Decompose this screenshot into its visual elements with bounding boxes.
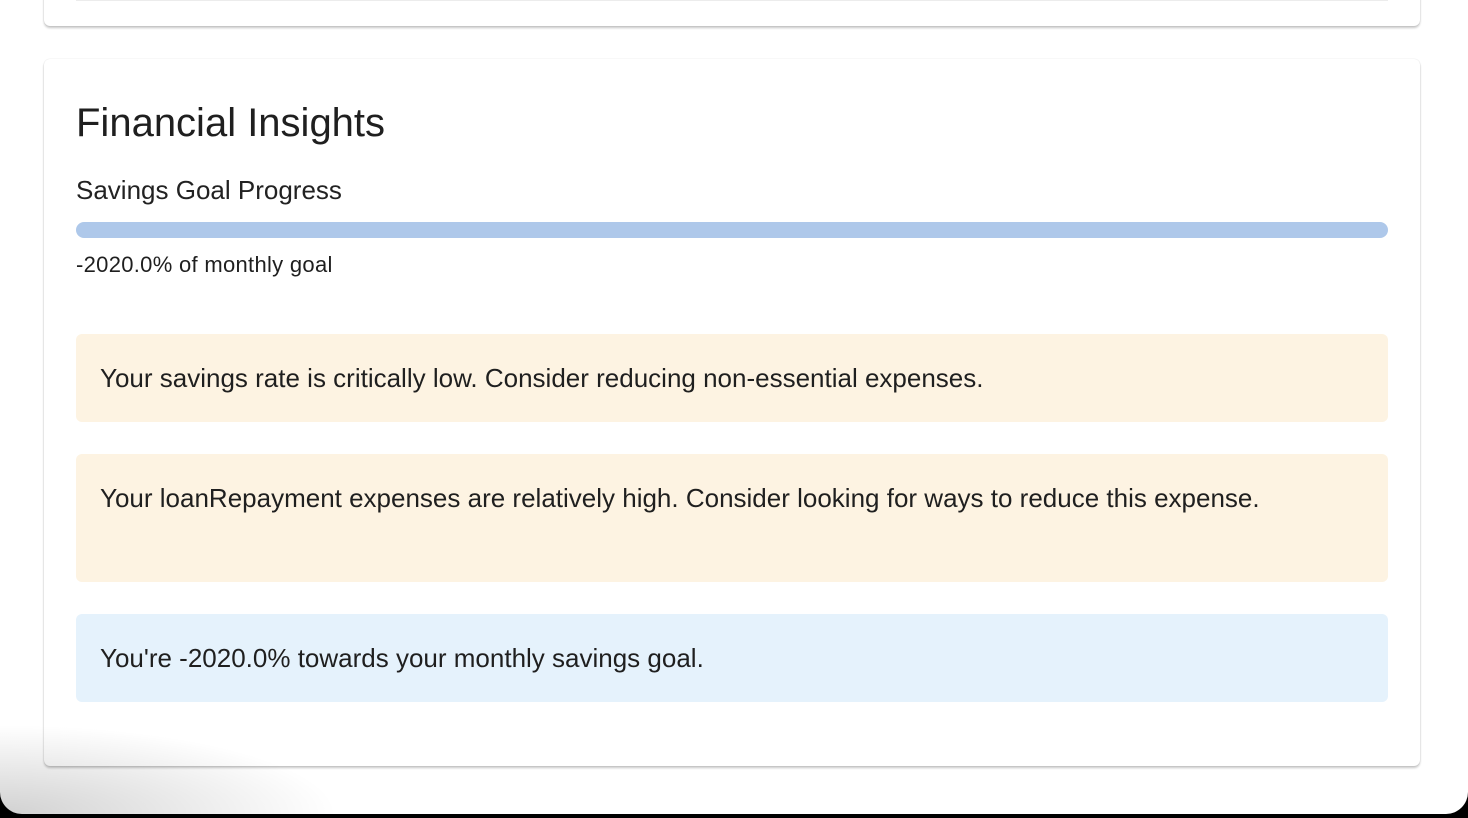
alert-text: Your savings rate is critically low. Con… xyxy=(100,363,984,393)
card-title: Financial Insights xyxy=(76,101,386,145)
savings-goal-caption: -2020.0% of monthly goal xyxy=(76,252,333,277)
alert-savings-goal-status: You're -2020.0% towards your monthly sav… xyxy=(76,614,1388,702)
alert-text: You're -2020.0% towards your monthly sav… xyxy=(100,643,704,673)
alert-text: Your loanRepayment expenses are relative… xyxy=(100,483,1260,513)
savings-goal-label: Savings Goal Progress xyxy=(76,175,342,205)
alert-low-savings-rate: Your savings rate is critically low. Con… xyxy=(76,334,1388,422)
previous-card xyxy=(44,0,1420,26)
financial-insights-card: Financial Insights Savings Goal Progress… xyxy=(44,59,1420,766)
alert-high-expense: Your loanRepayment expenses are relative… xyxy=(76,454,1388,582)
previous-card-divider xyxy=(76,0,1388,1)
savings-goal-progress-bar xyxy=(76,222,1388,238)
app-screen: Financial Insights Savings Goal Progress… xyxy=(0,0,1468,814)
